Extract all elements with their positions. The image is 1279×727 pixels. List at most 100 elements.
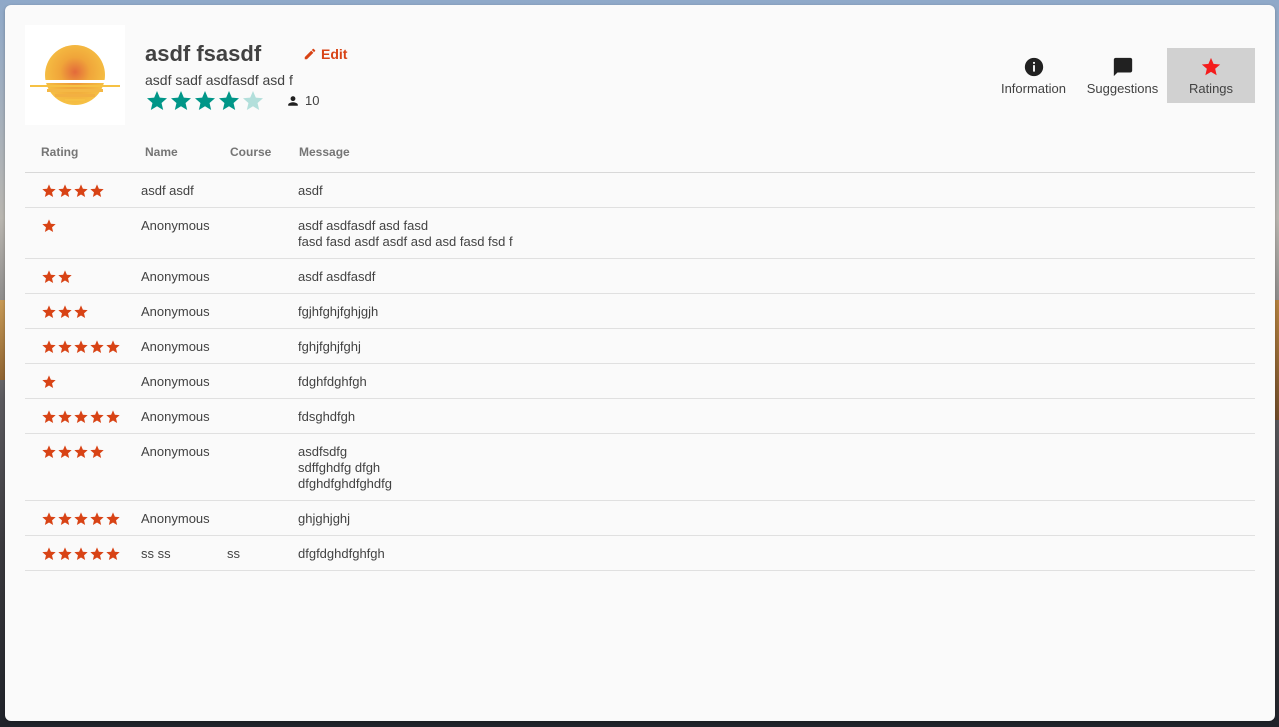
row-message-line: fghjfghjfghj: [298, 339, 361, 354]
star-icon: [58, 270, 72, 283]
table-header: Rating Name Course Message: [25, 132, 1255, 173]
star-icon: [42, 445, 56, 458]
tab-information[interactable]: Information: [989, 48, 1078, 103]
row-course: ss: [227, 546, 240, 561]
table-row: Anonymous fghjfghjfghj: [25, 329, 1255, 364]
row-name: Anonymous: [141, 339, 210, 354]
row-name: ss ss: [141, 546, 171, 561]
row-rating: [25, 339, 128, 355]
row-message: ghjghjghj: [292, 511, 1255, 527]
logo: [25, 25, 125, 125]
star-icon: [106, 340, 120, 353]
average-rating-stars: [145, 89, 265, 113]
row-name: asdf asdf: [141, 183, 194, 198]
table-row: Anonymous fdghfdghfgh: [25, 364, 1255, 399]
star-icon: [42, 270, 56, 283]
star-filled-icon: [171, 91, 191, 110]
row-rating: [25, 444, 128, 460]
row-message-line: asdf asdfasdf: [298, 269, 376, 284]
sunset-logo-icon: [30, 45, 120, 105]
tab-suggestions[interactable]: Suggestions: [1078, 48, 1167, 103]
star-icon: [42, 305, 56, 318]
table-row: Anonymous asdf asdfasdf: [25, 259, 1255, 294]
header-message: Message: [299, 145, 350, 159]
row-message-line: fgjhfghjfghjgjh: [298, 304, 379, 319]
tab-information-label: Information: [1000, 80, 1067, 96]
row-rating-stars: [41, 218, 128, 234]
table-row: Anonymous asdfsdfg sdffghdfg dfgh dfghdfghd…: [25, 434, 1255, 501]
row-message-line: fasd fasd asdf asdf asd asd fasd fsd f: [298, 234, 513, 249]
table-row: Anonymous asdf asdfasdf asd fasd fasd fasd…: [25, 208, 1255, 259]
star-icon: [74, 340, 88, 353]
info-icon: [1024, 57, 1043, 76]
star-filled-icon: [195, 91, 215, 110]
table-body: asdf asdf asdf Anonymous asdf asdfasdf asd …: [25, 173, 1255, 571]
tab-bar: Information Suggestions Ratings: [989, 48, 1255, 103]
row-message: asdfsdfg sdffghdfg dfgh dfghdfghdfghdfg: [292, 444, 1255, 492]
row-name: Anonymous: [141, 374, 210, 389]
row-rating: [25, 304, 128, 320]
row-rating-stars: [41, 374, 128, 390]
row-rating-stars: [41, 339, 128, 355]
star-icon: [58, 410, 72, 423]
star-icon: [90, 410, 104, 423]
star-icon: [58, 340, 72, 353]
row-rating: [25, 218, 128, 234]
star-icon: [74, 512, 88, 525]
row-message: fdsghdfgh: [292, 409, 1255, 425]
row-message-line: fdsghdfgh: [298, 409, 356, 424]
star-icon: [1201, 57, 1221, 75]
table-row: Anonymous fdsghdfgh: [25, 399, 1255, 434]
star-icon: [42, 340, 56, 353]
row-message-line: asdfsdfg: [298, 444, 348, 459]
table-row: asdf asdf asdf: [25, 173, 1255, 208]
header-name: Name: [145, 145, 178, 159]
table-row: Anonymous fgjhfghjfghjgjh: [25, 294, 1255, 329]
table-row: ss ss ss dfgfdghdfghfgh: [25, 536, 1255, 571]
star-icon: [58, 512, 72, 525]
row-rating-stars: [41, 183, 128, 199]
star-icon: [90, 340, 104, 353]
row-rating: [25, 546, 128, 562]
row-name: Anonymous: [141, 511, 210, 526]
star-icon: [42, 219, 56, 232]
row-name: Anonymous: [141, 444, 210, 459]
tab-suggestions-label: Suggestions: [1086, 80, 1159, 96]
row-message: fdghfdghfgh: [292, 374, 1255, 390]
star-icon: [42, 375, 56, 388]
star-icon: [42, 547, 56, 560]
star-icon: [74, 547, 88, 560]
row-message-line: fdghfdghfgh: [298, 374, 367, 389]
tab-ratings[interactable]: Ratings: [1167, 48, 1255, 103]
star-icon: [90, 512, 104, 525]
row-rating: [25, 409, 128, 425]
star-icon: [106, 547, 120, 560]
row-name: Anonymous: [141, 409, 210, 424]
star-icon: [58, 547, 72, 560]
star-icon: [58, 184, 72, 197]
profile-card: asdf fsasdf Edit asdf sadf asdfasdf asd …: [5, 5, 1275, 721]
tab-ratings-label: Ratings: [1188, 80, 1234, 96]
edit-button[interactable]: Edit: [303, 46, 347, 62]
star-icon: [58, 445, 72, 458]
row-name: Anonymous: [141, 218, 210, 233]
pencil-icon: [304, 48, 316, 60]
row-rating: [25, 511, 128, 527]
row-message-line: dfgfdghdfghfgh: [298, 546, 385, 561]
row-rating-stars: [41, 269, 128, 285]
row-message-line: asdf asdfasdf asd fasd: [298, 218, 429, 233]
rating-count-value: 10: [305, 93, 320, 108]
star-empty-icon: [243, 91, 263, 110]
page-title: asdf fsasdf: [145, 41, 262, 66]
row-name: Anonymous: [141, 304, 210, 319]
row-message: fghjfghjfghj: [292, 339, 1255, 355]
edit-label: Edit: [321, 46, 348, 62]
row-rating: [25, 183, 128, 199]
star-filled-icon: [219, 91, 239, 110]
row-message-line: asdf: [298, 183, 323, 198]
star-icon: [74, 410, 88, 423]
ratings-table: Rating Name Course Message asdf asdf asdf…: [25, 132, 1255, 571]
row-message: dfgfdghdfghfgh: [292, 546, 1255, 562]
table-row: Anonymous ghjghjghj: [25, 501, 1255, 536]
header-course: Course: [230, 145, 272, 159]
